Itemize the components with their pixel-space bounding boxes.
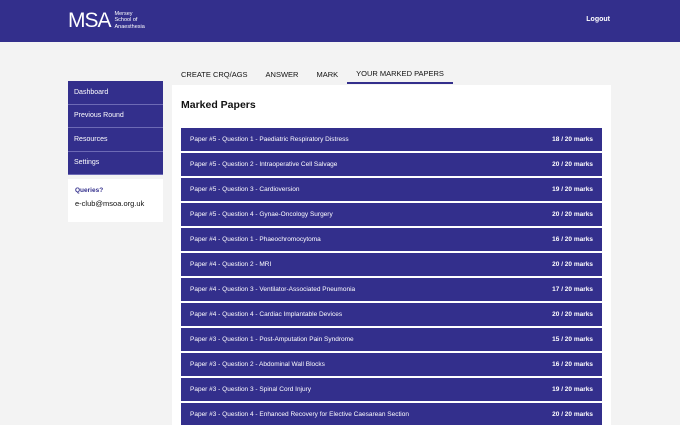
paper-row[interactable]: Paper #5 - Question 1 - Paediatric Respi… (181, 128, 602, 151)
tab-your-marked-papers[interactable]: YOUR MARKED PAPERS (347, 64, 453, 84)
paper-marks: 20 / 20 marks (552, 161, 593, 168)
paper-marks: 19 / 20 marks (552, 186, 593, 193)
paper-title: Paper #4 - Question 1 - Phaeochromocytom… (190, 236, 321, 243)
paper-row[interactable]: Paper #4 - Question 1 - Phaeochromocytom… (181, 228, 602, 251)
paper-title: Paper #4 - Question 3 - Ventilator-Assoc… (190, 286, 356, 293)
paper-row[interactable]: Paper #3 - Question 1 - Post-Amputation … (181, 328, 602, 351)
logo-line: Anaesthesia (114, 23, 145, 30)
paper-marks: 19 / 20 marks (552, 386, 593, 393)
sidebar-item-settings[interactable]: Settings (68, 151, 163, 175)
tab-mark[interactable]: MARK (307, 64, 347, 84)
tab-create-crq-ags[interactable]: CREATE CRQ/AGS (172, 64, 257, 84)
sidebar: Dashboard Previous Round Resources Setti… (68, 81, 163, 222)
tab-answer[interactable]: ANSWER (257, 64, 308, 84)
sidebar-item-resources[interactable]: Resources (68, 128, 163, 152)
logout-link[interactable]: Logout (586, 16, 610, 23)
paper-title: Paper #5 - Question 2 - Intraoperative C… (190, 161, 338, 168)
paper-marks: 20 / 20 marks (552, 311, 593, 318)
logo-line: Mersey (114, 10, 133, 17)
queries-box: Queries? e-club@msoa.org.uk (68, 179, 163, 222)
paper-row[interactable]: Paper #3 - Question 2 - Abdominal Wall B… (181, 353, 602, 376)
sidebar-item-dashboard[interactable]: Dashboard (68, 81, 163, 105)
tab-bar: CREATE CRQ/AGS ANSWER MARK YOUR MARKED P… (172, 64, 453, 84)
sidebar-item-previous-round[interactable]: Previous Round (68, 104, 163, 128)
paper-title: Paper #5 - Question 3 - Cardioversion (190, 186, 300, 193)
paper-marks: 17 / 20 marks (552, 286, 593, 293)
paper-title: Paper #3 - Question 4 - Enhanced Recover… (190, 411, 409, 418)
paper-title: Paper #3 - Question 1 - Post-Amputation … (190, 336, 354, 343)
paper-row[interactable]: Paper #3 - Question 3 - Spinal Cord Inju… (181, 378, 602, 401)
top-bar: MSA Mersey School of Anaesthesia Logout (0, 0, 680, 42)
paper-marks: 16 / 20 marks (552, 361, 593, 368)
paper-row[interactable]: Paper #4 - Question 2 - MRI 20 / 20 mark… (181, 253, 602, 276)
paper-marks: 20 / 20 marks (552, 211, 593, 218)
paper-marks: 20 / 20 marks (552, 261, 593, 268)
paper-title: Paper #5 - Question 4 - Gynae-Oncology S… (190, 211, 333, 218)
paper-row[interactable]: Paper #5 - Question 4 - Gynae-Oncology S… (181, 203, 602, 226)
paper-marks: 15 / 20 marks (552, 336, 593, 343)
paper-title: Paper #4 - Question 4 - Cardiac Implanta… (190, 311, 343, 318)
page-title: Marked Papers (181, 99, 256, 111)
paper-row[interactable]: Paper #4 - Question 3 - Ventilator-Assoc… (181, 278, 602, 301)
marked-papers-panel: Marked Papers Paper #5 - Question 1 - Pa… (172, 85, 611, 425)
paper-row[interactable]: Paper #4 - Question 4 - Cardiac Implanta… (181, 303, 602, 326)
paper-title: Paper #3 - Question 3 - Spinal Cord Inju… (190, 386, 312, 393)
paper-title: Paper #5 - Question 1 - Paediatric Respi… (190, 136, 349, 143)
logo-mark: MSA (68, 9, 112, 32)
paper-marks: 20 / 20 marks (552, 411, 593, 418)
queries-email[interactable]: e-club@msoa.org.uk (75, 199, 156, 208)
paper-marks: 16 / 20 marks (552, 236, 593, 243)
queries-label: Queries? (75, 187, 104, 194)
paper-row[interactable]: Paper #5 - Question 3 - Cardioversion 19… (181, 178, 602, 201)
paper-row[interactable]: Paper #5 - Question 2 - Intraoperative C… (181, 153, 602, 176)
logo-text: Mersey School of Anaesthesia (115, 11, 145, 31)
paper-title: Paper #3 - Question 2 - Abdominal Wall B… (190, 361, 325, 368)
logo-line: School of (114, 17, 138, 24)
paper-marks: 18 / 20 marks (552, 136, 593, 143)
paper-title: Paper #4 - Question 2 - MRI (190, 261, 272, 268)
paper-row[interactable]: Paper #3 - Question 4 - Enhanced Recover… (181, 403, 602, 425)
msa-logo[interactable]: MSA Mersey School of Anaesthesia (68, 10, 145, 31)
